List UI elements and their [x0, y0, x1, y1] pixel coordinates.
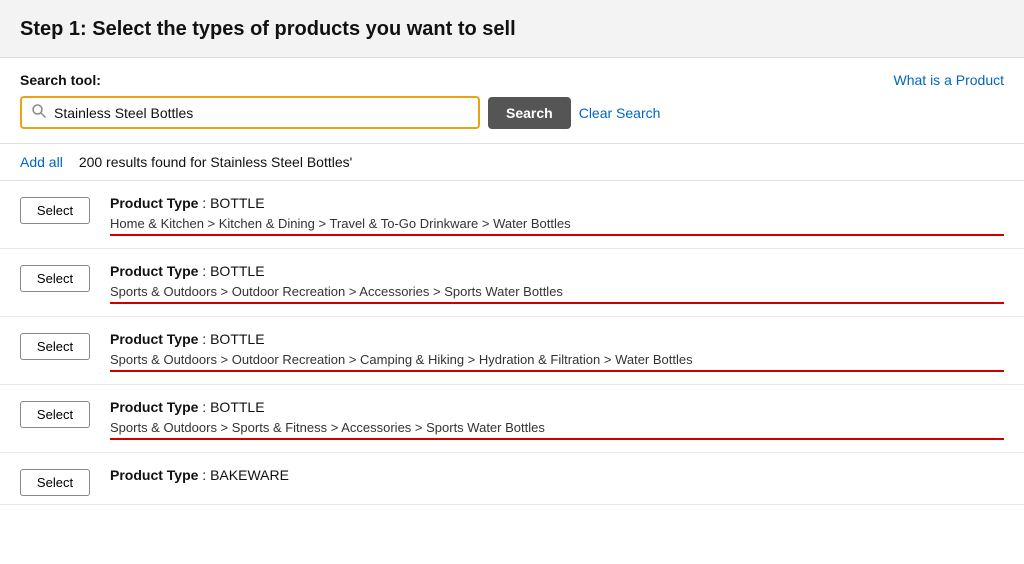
- select-button-1[interactable]: Select: [20, 197, 90, 224]
- search-icon: [32, 104, 46, 121]
- product-type-label-2: Product Type: [110, 263, 198, 279]
- product-type-label-3: Product Type: [110, 331, 198, 347]
- breadcrumb-1: Home & Kitchen > Kitchen & Dining > Trav…: [110, 215, 1004, 234]
- result-item-4: Select Product Type : BOTTLE Sports & Ou…: [0, 385, 1024, 453]
- result-content-2: Product Type : BOTTLE Sports & Outdoors …: [110, 263, 1004, 302]
- result-content-3: Product Type : BOTTLE Sports & Outdoors …: [110, 331, 1004, 370]
- breadcrumb-text-2: Sports & Outdoors > Outdoor Recreation >…: [110, 284, 563, 302]
- results-section: Add all 200 results found for Stainless …: [0, 144, 1024, 505]
- colon-2: :: [198, 263, 210, 279]
- search-button[interactable]: Search: [488, 97, 571, 129]
- product-type-value-1: BOTTLE: [210, 195, 264, 211]
- breadcrumb-text-3: Sports & Outdoors > Outdoor Recreation >…: [110, 352, 693, 370]
- product-type-label-1: Product Type: [110, 195, 198, 211]
- clear-search-link[interactable]: Clear Search: [579, 105, 661, 121]
- colon-4: :: [198, 399, 210, 415]
- select-button-2[interactable]: Select: [20, 265, 90, 292]
- page-title: Step 1: Select the types of products you…: [20, 18, 1004, 41]
- product-type-line-4: Product Type : BOTTLE: [110, 399, 1004, 415]
- add-all-link[interactable]: Add all: [20, 154, 63, 170]
- product-type-value-4: BOTTLE: [210, 399, 264, 415]
- results-count: 200 results found for Stainless Steel Bo…: [79, 154, 353, 170]
- product-type-line-1: Product Type : BOTTLE: [110, 195, 1004, 211]
- breadcrumb-text-4: Sports & Outdoors > Sports & Fitness > A…: [110, 420, 545, 438]
- product-type-line-3: Product Type : BOTTLE: [110, 331, 1004, 347]
- product-type-line-5: Product Type : BAKEWARE: [110, 467, 1004, 483]
- colon-1: :: [198, 195, 210, 211]
- search-input[interactable]: [54, 105, 468, 121]
- result-item-2: Select Product Type : BOTTLE Sports & Ou…: [0, 249, 1024, 317]
- search-input-wrapper: [20, 96, 480, 129]
- product-type-value-5: BAKEWARE: [210, 467, 289, 483]
- result-content-5: Product Type : BAKEWARE: [110, 467, 1004, 487]
- breadcrumb-2: Sports & Outdoors > Outdoor Recreation >…: [110, 283, 1004, 302]
- search-row: Search Clear Search: [20, 96, 660, 129]
- select-button-4[interactable]: Select: [20, 401, 90, 428]
- result-content-4: Product Type : BOTTLE Sports & Outdoors …: [110, 399, 1004, 438]
- breadcrumb-3: Sports & Outdoors > Outdoor Recreation >…: [110, 351, 1004, 370]
- select-button-5[interactable]: Select: [20, 469, 90, 496]
- breadcrumb-text-1: Home & Kitchen > Kitchen & Dining > Trav…: [110, 216, 571, 234]
- product-type-label-4: Product Type: [110, 399, 198, 415]
- search-top-row: Search tool: Search Clear Search: [20, 72, 1004, 129]
- select-button-3[interactable]: Select: [20, 333, 90, 360]
- result-content-1: Product Type : BOTTLE Home & Kitchen > K…: [110, 195, 1004, 234]
- page-wrapper: Step 1: Select the types of products you…: [0, 0, 1024, 505]
- search-section: Search tool: Search Clear Search: [0, 58, 1024, 144]
- breadcrumb-4: Sports & Outdoors > Sports & Fitness > A…: [110, 419, 1004, 438]
- results-header: Add all 200 results found for Stainless …: [0, 144, 1024, 181]
- product-type-label-5: Product Type: [110, 467, 198, 483]
- result-item-5-partial: Select Product Type : BAKEWARE: [0, 453, 1024, 505]
- product-type-value-2: BOTTLE: [210, 263, 264, 279]
- what-is-product-link[interactable]: What is a Product: [894, 72, 1005, 88]
- search-tool-label: Search tool:: [20, 72, 660, 88]
- colon-5: :: [198, 467, 210, 483]
- result-item-3: Select Product Type : BOTTLE Sports & Ou…: [0, 317, 1024, 385]
- product-type-line-2: Product Type : BOTTLE: [110, 263, 1004, 279]
- result-item: Select Product Type : BOTTLE Home & Kitc…: [0, 181, 1024, 249]
- search-left: Search tool: Search Clear Search: [20, 72, 660, 129]
- colon-3: :: [198, 331, 210, 347]
- page-header: Step 1: Select the types of products you…: [0, 0, 1024, 58]
- product-type-value-3: BOTTLE: [210, 331, 264, 347]
